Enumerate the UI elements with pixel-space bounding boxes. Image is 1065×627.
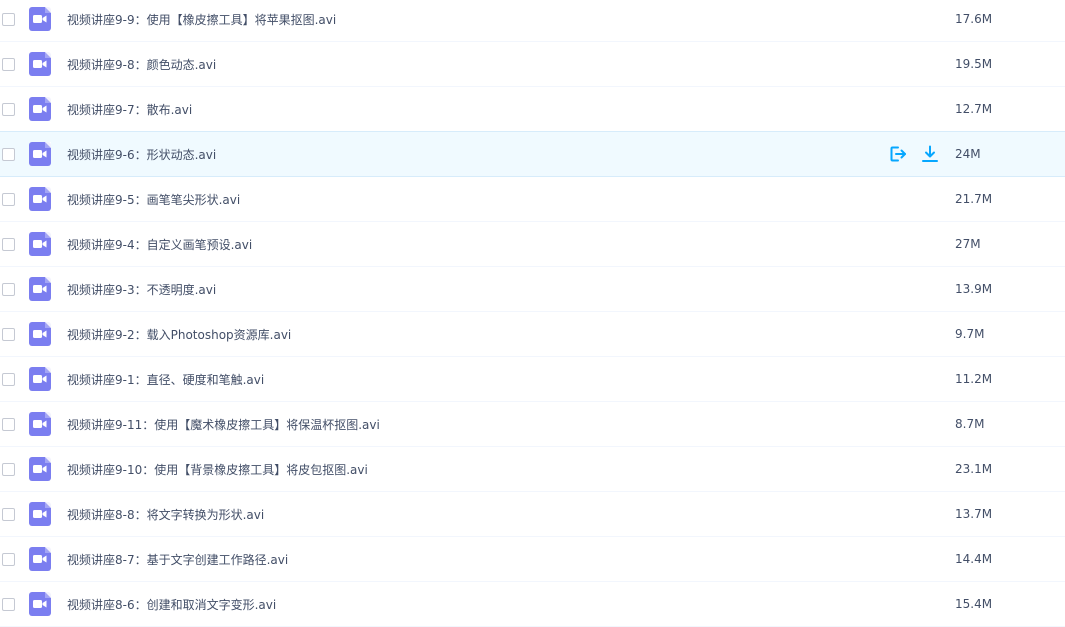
row-checkbox[interactable] [2, 12, 15, 26]
video-file-icon [29, 592, 51, 616]
file-list: 视频讲座9-9：使用【橡皮擦工具】将苹果抠图.avi 17.6M 视频讲座9-8… [0, 0, 1065, 627]
file-row[interactable]: 视频讲座8-8：将文字转换为形状.avi 13.7M [0, 492, 1065, 537]
file-row[interactable]: 视频讲座8-7：基于文字创建工作路径.avi 14.4M [0, 537, 1065, 582]
row-checkbox[interactable] [2, 282, 15, 296]
file-row[interactable]: 视频讲座9-7：散布.avi 12.7M [0, 87, 1065, 132]
row-checkbox[interactable] [2, 327, 15, 341]
file-size: 14.4M [955, 552, 993, 566]
video-file-icon [29, 547, 51, 571]
share-icon[interactable] [889, 145, 907, 163]
row-checkbox[interactable] [2, 597, 15, 611]
row-checkbox[interactable] [2, 57, 15, 71]
file-row[interactable]: 视频讲座9-11：使用【魔术橡皮擦工具】将保温杯抠图.avi 8.7M [0, 402, 1065, 447]
file-size: 11.2M [955, 372, 993, 386]
file-row[interactable]: 视频讲座9-1：直径、硬度和笔触.avi 11.2M [0, 357, 1065, 402]
video-file-icon [29, 457, 51, 481]
video-file-icon [29, 502, 51, 526]
video-file-icon [29, 97, 51, 121]
row-checkbox[interactable] [2, 237, 15, 251]
file-row[interactable]: 视频讲座9-4：自定义画笔预设.avi 27M [0, 222, 1065, 267]
file-row[interactable]: 视频讲座9-3：不透明度.avi 13.9M [0, 267, 1065, 312]
file-size: 19.5M [955, 57, 993, 71]
file-name[interactable]: 视频讲座9-6：形状动态.avi [67, 146, 216, 163]
row-checkbox[interactable] [2, 417, 15, 431]
file-name[interactable]: 视频讲座9-10：使用【背景橡皮擦工具】将皮包抠图.avi [67, 461, 368, 478]
video-file-icon [29, 52, 51, 76]
video-file-icon [29, 187, 51, 211]
file-name[interactable]: 视频讲座9-5：画笔笔尖形状.avi [67, 191, 240, 208]
row-checkbox[interactable] [2, 462, 15, 476]
file-size: 8.7M [955, 417, 985, 431]
file-size: 23.1M [955, 462, 993, 476]
video-file-icon [29, 412, 51, 436]
file-size: 9.7M [955, 327, 985, 341]
row-checkbox[interactable] [2, 192, 15, 206]
file-row[interactable]: 视频讲座9-10：使用【背景橡皮擦工具】将皮包抠图.avi 23.1M [0, 447, 1065, 492]
file-size: 21.7M [955, 192, 993, 206]
row-actions [889, 145, 939, 163]
download-icon[interactable] [921, 145, 939, 163]
file-name[interactable]: 视频讲座9-7：散布.avi [67, 101, 192, 118]
file-name[interactable]: 视频讲座9-4：自定义画笔预设.avi [67, 236, 252, 253]
row-checkbox[interactable] [2, 507, 15, 521]
file-size: 12.7M [955, 102, 993, 116]
file-size: 13.7M [955, 507, 993, 521]
file-size: 17.6M [955, 12, 993, 26]
file-row[interactable]: 视频讲座8-6：创建和取消文字变形.avi 15.4M [0, 582, 1065, 627]
video-file-icon [29, 322, 51, 346]
file-row[interactable]: 视频讲座9-2：载入Photoshop资源库.avi 9.7M [0, 312, 1065, 357]
video-file-icon [29, 142, 51, 166]
file-size: 15.4M [955, 597, 993, 611]
file-name[interactable]: 视频讲座9-2：载入Photoshop资源库.avi [67, 326, 291, 343]
video-file-icon [29, 7, 51, 31]
file-row[interactable]: 视频讲座9-8：颜色动态.avi 19.5M [0, 42, 1065, 87]
file-row[interactable]: 视频讲座9-5：画笔笔尖形状.avi 21.7M [0, 177, 1065, 222]
file-size: 13.9M [955, 282, 993, 296]
file-size: 27M [955, 237, 981, 251]
video-file-icon [29, 277, 51, 301]
file-name[interactable]: 视频讲座9-1：直径、硬度和笔触.avi [67, 371, 264, 388]
file-name[interactable]: 视频讲座9-9：使用【橡皮擦工具】将苹果抠图.avi [67, 11, 336, 28]
file-name[interactable]: 视频讲座8-8：将文字转换为形状.avi [67, 506, 264, 523]
video-file-icon [29, 367, 51, 391]
file-name[interactable]: 视频讲座9-3：不透明度.avi [67, 281, 216, 298]
file-row[interactable]: 视频讲座9-9：使用【橡皮擦工具】将苹果抠图.avi 17.6M [0, 0, 1065, 42]
file-name[interactable]: 视频讲座9-11：使用【魔术橡皮擦工具】将保温杯抠图.avi [67, 416, 380, 433]
row-checkbox[interactable] [2, 147, 15, 161]
file-name[interactable]: 视频讲座9-8：颜色动态.avi [67, 56, 216, 73]
file-name[interactable]: 视频讲座8-6：创建和取消文字变形.avi [67, 596, 276, 613]
file-row-hovered[interactable]: 视频讲座9-6：形状动态.avi 24M [0, 131, 1065, 177]
file-size: 24M [955, 147, 981, 161]
row-checkbox[interactable] [2, 372, 15, 386]
row-checkbox[interactable] [2, 102, 15, 116]
row-checkbox[interactable] [2, 552, 15, 566]
file-name[interactable]: 视频讲座8-7：基于文字创建工作路径.avi [67, 551, 288, 568]
video-file-icon [29, 232, 51, 256]
